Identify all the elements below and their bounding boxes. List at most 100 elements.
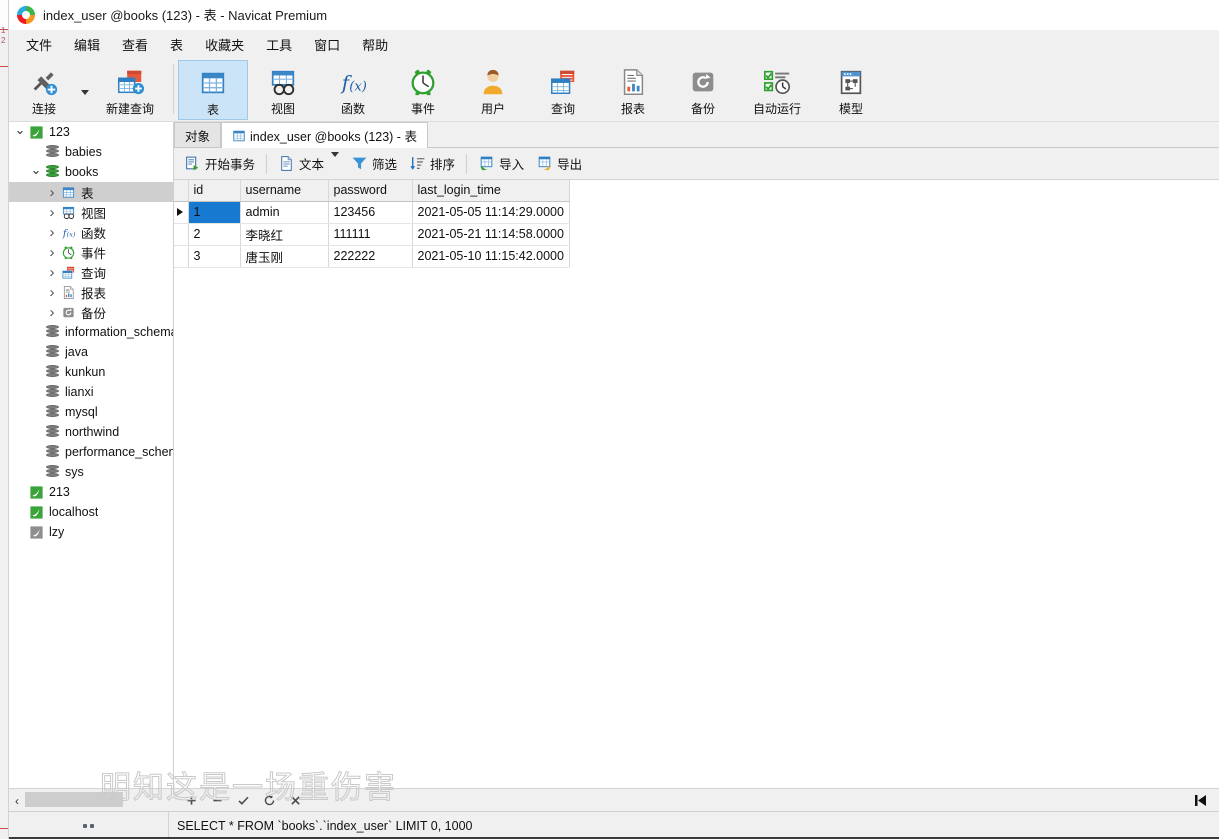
menu-view[interactable]: 查看 [111, 31, 159, 58]
toolbar-button-model[interactable]: 模型 [816, 60, 886, 120]
gridbar-button-export[interactable]: 导出 [530, 152, 588, 176]
chevron-down-icon[interactable] [13, 122, 27, 142]
chevron-right-icon[interactable] [45, 262, 59, 282]
text-dropdown-caret-icon[interactable] [328, 151, 340, 171]
gridbar-button-text[interactable]: 文本 [272, 151, 345, 176]
title-bar: index_user @books (123) - 表 - Navicat Pr… [9, 0, 1219, 30]
row-indicator[interactable] [174, 223, 189, 246]
tree-item-babies[interactable]: babies [9, 142, 173, 162]
add-record-icon[interactable] [183, 793, 199, 809]
tree-item-213[interactable]: 213 [9, 482, 173, 502]
window-title: index_user @books (123) - 表 - Navicat Pr… [43, 8, 328, 23]
tree-item-northwind[interactable]: northwind [9, 422, 173, 442]
last-record-icon[interactable] [1193, 793, 1209, 809]
table-row[interactable]: 2 李晓红 111111 2021-05-21 11:14:58.0000 [174, 223, 570, 246]
cell-id[interactable]: 1 [188, 201, 241, 224]
tree-item-[interactable]: 报表 [9, 282, 173, 302]
toolbar-button-user[interactable]: 用户 [458, 60, 528, 120]
menu-favorites[interactable]: 收藏夹 [194, 31, 255, 58]
tree-item-kunkun[interactable]: kunkun [9, 362, 173, 382]
object-tree-sidebar[interactable]: 123 babies books 表视图 f(x) 函数事件查询报表备份 informati… [9, 122, 174, 788]
tree-item-[interactable]: 备份 [9, 302, 173, 322]
svg-text:(x): (x) [66, 230, 75, 238]
chevron-right-icon[interactable] [45, 282, 59, 302]
tree-item-123[interactable]: 123 [9, 122, 173, 142]
chevron-right-icon[interactable] [45, 182, 59, 202]
column-header-username[interactable]: username [240, 180, 329, 202]
toolbar-button-connection[interactable]: 连接 [9, 60, 79, 120]
scrollbar-thumb[interactable] [25, 792, 123, 807]
connection-dropdown-caret-icon[interactable] [79, 58, 91, 118]
column-header-id[interactable]: id [188, 180, 241, 202]
cell-id[interactable]: 3 [188, 245, 241, 268]
cell-username[interactable]: 唐玉刚 [240, 245, 329, 268]
stop-icon[interactable] [287, 793, 303, 809]
tree-item-lzy[interactable]: lzy [9, 522, 173, 542]
cell-password[interactable]: 222222 [328, 245, 413, 268]
tree-item-[interactable]: 视图 [9, 202, 173, 222]
tree-item-[interactable]: f(x) 函数 [9, 222, 173, 242]
column-header-password[interactable]: password [328, 180, 413, 202]
cell-id[interactable]: 2 [188, 223, 241, 246]
cell-password[interactable]: 123456 [328, 201, 413, 224]
refresh-icon[interactable] [261, 793, 277, 809]
chevron-right-icon[interactable] [45, 302, 59, 322]
menu-edit[interactable]: 编辑 [63, 31, 111, 58]
menu-table[interactable]: 表 [159, 31, 194, 58]
toolbar-button-function[interactable]: f (x) 函数 [318, 60, 388, 120]
gridbar-button-import[interactable]: 导入 [472, 152, 530, 176]
toolbar-button-new-query[interactable]: 新建查询 [91, 60, 169, 120]
chevron-down-icon[interactable] [29, 162, 43, 182]
toolbar-button-report[interactable]: 报表 [598, 60, 668, 120]
cell-last_login_time[interactable]: 2021-05-05 11:14:29.0000 [412, 201, 570, 224]
remove-record-icon[interactable] [209, 793, 225, 809]
tree-item-books[interactable]: books [9, 162, 173, 182]
toolbar-button-table[interactable]: 表 [178, 60, 248, 120]
cell-last_login_time[interactable]: 2021-05-10 11:15:42.0000 [412, 245, 570, 268]
chevron-right-icon[interactable] [45, 202, 59, 222]
row-indicator[interactable] [174, 245, 189, 268]
tree-item-lianxi[interactable]: lianxi [9, 382, 173, 402]
data-grid[interactable]: id username password last_login_time 1 admin… [174, 180, 1219, 788]
apply-changes-icon[interactable] [235, 793, 251, 809]
cell-password[interactable]: 111111 [328, 223, 413, 246]
chevron-right-icon[interactable] [45, 242, 59, 262]
cell-last_login_time[interactable]: 2021-05-21 11:14:58.0000 [412, 223, 570, 246]
scrollbar-track[interactable] [25, 790, 174, 811]
toolbar-button-query[interactable]: 查询 [528, 60, 598, 120]
menu-tools[interactable]: 工具 [255, 31, 303, 58]
toolbar-button-backup[interactable]: 备份 [668, 60, 738, 120]
cell-username[interactable]: admin [240, 201, 329, 224]
current-row-arrow-icon [177, 208, 183, 216]
gridbar-button-label: 导出 [557, 158, 583, 172]
tree-item-localhost[interactable]: localhost [9, 502, 173, 522]
tree-item-java[interactable]: java [9, 342, 173, 362]
tree-item-[interactable]: 查询 [9, 262, 173, 282]
toolbar-button-automation[interactable]: 自动运行 [738, 60, 816, 120]
toolbar-button-view[interactable]: 视图 [248, 60, 318, 120]
toolbar-button-event[interactable]: 事件 [388, 60, 458, 120]
column-header-last_login_time[interactable]: last_login_time [412, 180, 570, 202]
tree-item-[interactable]: 表 [9, 182, 173, 202]
tree-item-mysql[interactable]: mysql [9, 402, 173, 422]
gridbar-button-filter[interactable]: 筛选 [345, 152, 403, 176]
tree-item-performance_schema[interactable]: performance_schema [9, 442, 173, 462]
menu-help[interactable]: 帮助 [351, 31, 399, 58]
tab-table-data[interactable]: index_user @books (123) - 表 [221, 122, 428, 148]
tree-item-information_schema[interactable]: information_schema [9, 322, 173, 342]
table-row[interactable]: 1 admin 123456 2021-05-05 11:14:29.0000 [174, 201, 570, 224]
table-row[interactable]: 3 唐玉刚 222222 2021-05-10 11:15:42.0000 [174, 245, 570, 268]
gridbar-button-begin-transaction[interactable]: 开始事务 [178, 152, 261, 176]
chevron-right-icon[interactable] [45, 222, 59, 242]
menu-window[interactable]: 窗口 [303, 31, 351, 58]
menu-file[interactable]: 文件 [15, 31, 63, 58]
tree-item-[interactable]: 事件 [9, 242, 173, 262]
tree-item-sys[interactable]: sys [9, 462, 173, 482]
gridbar-button-sort[interactable]: 排序 [403, 152, 461, 176]
sidebar-horizontal-scrollbar[interactable]: ‹ [9, 789, 174, 812]
cell-username[interactable]: 李晓红 [240, 223, 329, 246]
row-indicator[interactable] [174, 201, 189, 224]
scroll-left-icon[interactable]: ‹ [9, 790, 25, 811]
tab-objects[interactable]: 对象 [174, 122, 222, 147]
